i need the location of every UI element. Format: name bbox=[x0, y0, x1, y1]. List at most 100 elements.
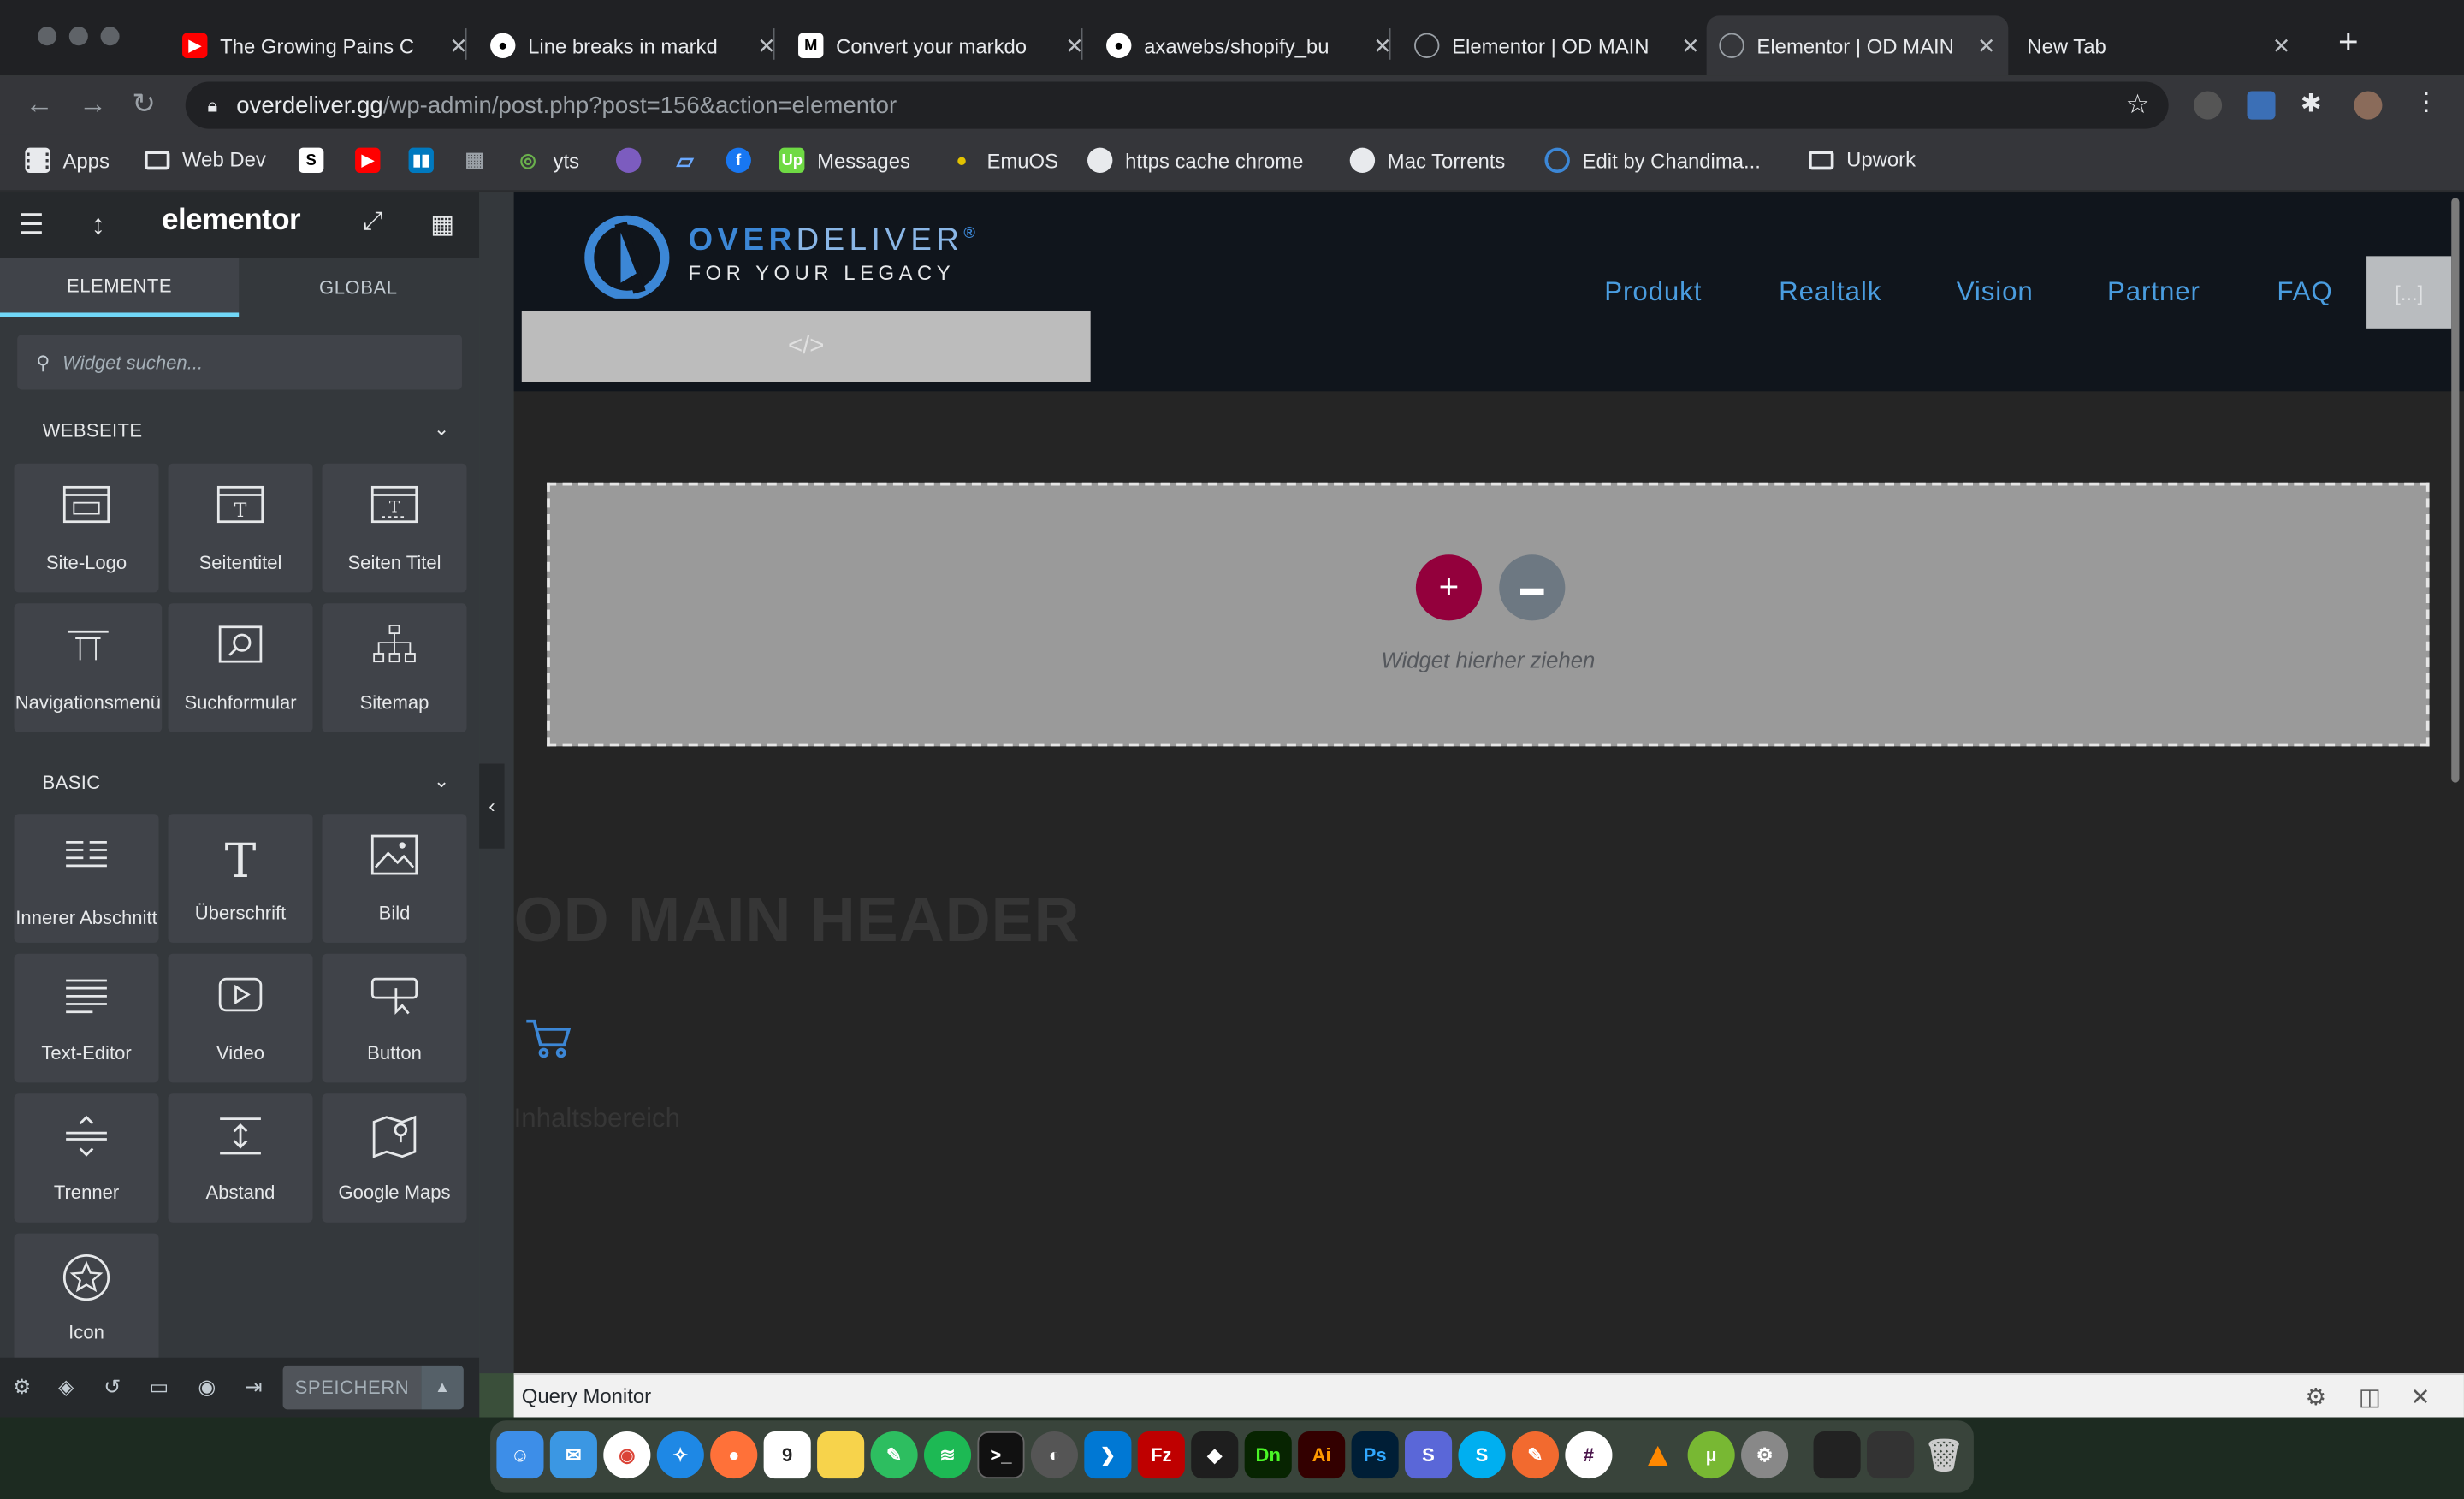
dreamweaver-icon[interactable]: Dn bbox=[1244, 1431, 1292, 1479]
widget-page-title-alt[interactable]: T Seiten Titel bbox=[322, 463, 467, 593]
bookmark-web-dev[interactable]: Web Dev bbox=[144, 148, 266, 171]
bookmark-apps[interactable]: ⋮⋮ Apps bbox=[19, 147, 110, 174]
widget-icon[interactable]: Icon bbox=[14, 1233, 159, 1363]
widget-button[interactable]: Button bbox=[322, 953, 467, 1083]
widget-site-logo[interactable]: Site-Logo bbox=[14, 463, 159, 593]
widget-google-maps[interactable]: Google Maps bbox=[322, 1093, 467, 1223]
widget-divider[interactable]: Trenner bbox=[14, 1093, 159, 1223]
bookmark-edit-chandima[interactable]: Edit by Chandima... bbox=[1544, 147, 1761, 174]
vlc-icon[interactable]: ▲ bbox=[1634, 1431, 1681, 1478]
widget-spacer[interactable]: Abstand bbox=[168, 1093, 313, 1223]
nav-item-produkt[interactable]: Produkt bbox=[1604, 276, 1702, 308]
preview-eye-icon[interactable]: ◉ bbox=[198, 1375, 216, 1400]
template-library-folder-icon[interactable]: ▬ bbox=[1499, 554, 1566, 621]
dock-toggle-icon[interactable]: ◫ bbox=[2359, 1383, 2381, 1411]
nav-extra-placeholder[interactable]: [...] bbox=[2366, 256, 2452, 329]
avatar[interactable] bbox=[2354, 91, 2383, 120]
minimized-window-icon[interactable] bbox=[1866, 1431, 1915, 1479]
bookmark-item[interactable]: ▱ bbox=[672, 147, 710, 173]
mail-icon[interactable]: ✉ bbox=[549, 1431, 597, 1479]
widget-sitemap[interactable]: Sitemap bbox=[322, 603, 467, 732]
widgets-grid-icon[interactable]: ▦ bbox=[430, 209, 454, 240]
bookmark-item[interactable] bbox=[615, 147, 654, 174]
s-app-icon[interactable]: S bbox=[1405, 1431, 1453, 1479]
browser-tab-active[interactable]: Elementor | OD MAIN ✕ bbox=[1706, 15, 2009, 76]
close-window-button[interactable] bbox=[38, 27, 57, 46]
trash-icon[interactable]: 🗑︎ bbox=[1920, 1431, 1967, 1478]
bookmark-item[interactable]: ▦ bbox=[462, 148, 500, 173]
bookmark-mac-torrents[interactable]: Mac Torrents bbox=[1349, 147, 1505, 174]
add-section-button[interactable]: + bbox=[1415, 554, 1483, 621]
finder-icon[interactable]: ☺ bbox=[496, 1431, 544, 1479]
bookmark-emuos[interactable]: ● EmuOS bbox=[949, 148, 1058, 173]
evernote-icon[interactable]: ✎ bbox=[870, 1431, 918, 1479]
calendar-icon[interactable]: 9 bbox=[763, 1431, 811, 1479]
nav-item-partner[interactable]: Partner bbox=[2107, 276, 2200, 308]
new-tab-button[interactable]: + bbox=[2338, 22, 2359, 63]
canvas-scrollbar[interactable] bbox=[2451, 198, 2460, 783]
reload-icon[interactable]: ↻ bbox=[132, 88, 156, 121]
query-monitor-bar[interactable]: Query Monitor ⚙ ◫ ✕ bbox=[513, 1373, 2464, 1418]
firefox-icon[interactable]: ● bbox=[710, 1431, 758, 1479]
browser-tab[interactable]: New Tab ✕ bbox=[2015, 15, 2303, 75]
collapse-panel-chevron-icon[interactable]: ‹ bbox=[479, 763, 505, 849]
minimize-window-button[interactable] bbox=[68, 27, 88, 46]
hamburger-menu-icon[interactable]: ☰ bbox=[19, 209, 44, 242]
puzzle-icon[interactable]: ✱ bbox=[2301, 88, 2329, 118]
terminal-icon[interactable]: >_ bbox=[977, 1431, 1025, 1479]
responsive-desktop-icon[interactable]: ▭ bbox=[149, 1375, 169, 1400]
history-icon[interactable]: ↺ bbox=[104, 1375, 121, 1400]
nav-item-faq[interactable]: FAQ bbox=[2277, 276, 2332, 308]
overdeliver-logo-icon[interactable] bbox=[583, 210, 671, 299]
maximize-window-button[interactable] bbox=[100, 27, 120, 46]
widget-heading[interactable]: T Überschrift bbox=[168, 814, 313, 943]
expand-icon[interactable]: ⤢ bbox=[363, 209, 383, 237]
minimized-window-icon[interactable] bbox=[1813, 1431, 1861, 1479]
close-tab-icon[interactable]: ✕ bbox=[2272, 33, 2291, 59]
widget-search-form[interactable]: Suchformular bbox=[168, 603, 313, 732]
category-title[interactable]: WEBSEITE bbox=[43, 419, 143, 441]
browser-tab[interactable]: M Convert your markdo ✕ bbox=[785, 15, 1096, 75]
widget-nav-menu[interactable]: Navigationsmenü bbox=[14, 603, 163, 732]
menu-kebab-icon[interactable]: ⋮ bbox=[2414, 86, 2442, 116]
save-button[interactable]: SPEICHERN bbox=[282, 1365, 422, 1410]
save-options-chevron-icon[interactable]: ▲ bbox=[421, 1365, 464, 1410]
bookmark-yts[interactable]: ◎ yts bbox=[515, 148, 579, 173]
browser-tab[interactable]: ▶ The Growing Pains C ✕ bbox=[169, 15, 480, 75]
widget-text-editor[interactable]: Text-Editor bbox=[14, 953, 159, 1083]
resize-vertical-icon[interactable]: ↕ bbox=[92, 209, 106, 242]
back-icon[interactable]: ← bbox=[25, 88, 53, 121]
bookmark-item[interactable]: ▮▮ bbox=[408, 147, 447, 174]
widget-image[interactable]: Bild bbox=[322, 814, 467, 943]
utorrent-icon[interactable]: µ bbox=[1687, 1431, 1735, 1479]
exit-icon[interactable]: ⇥ bbox=[246, 1375, 263, 1400]
nav-item-realtalk[interactable]: Realtalk bbox=[1779, 276, 1881, 308]
chevron-down-icon[interactable]: ⌄ bbox=[434, 770, 449, 792]
safari-icon[interactable]: ✧ bbox=[656, 1431, 704, 1479]
forward-icon[interactable]: → bbox=[79, 88, 107, 121]
illustrator-icon[interactable]: Ai bbox=[1298, 1431, 1346, 1479]
settings-gear-icon[interactable]: ⚙ bbox=[2305, 1383, 2326, 1411]
notes-icon[interactable] bbox=[817, 1431, 865, 1479]
bookmark-https-cache[interactable]: https cache chrome bbox=[1087, 147, 1303, 174]
bookmark-item[interactable]: ▶ bbox=[355, 147, 393, 174]
skype-icon[interactable]: S bbox=[1458, 1431, 1506, 1479]
vscode-icon[interactable]: ❯ bbox=[1084, 1431, 1132, 1479]
settings-gear-icon[interactable]: ⚙ bbox=[13, 1375, 31, 1400]
filezilla-icon[interactable]: Fz bbox=[1137, 1431, 1185, 1479]
tab-elements[interactable]: ELEMENTE bbox=[0, 258, 240, 317]
navigator-layers-icon[interactable]: ◈ bbox=[58, 1375, 74, 1400]
page-heading[interactable]: OD MAIN HEADER bbox=[514, 886, 1081, 957]
bookmark-messages[interactable]: Up Messages bbox=[779, 147, 910, 174]
html-widget-placeholder[interactable]: </> bbox=[521, 311, 1091, 382]
bookmark-item[interactable]: f bbox=[726, 147, 764, 174]
figma-icon[interactable]: ◆ bbox=[1191, 1431, 1239, 1479]
widget-video[interactable]: Video bbox=[168, 953, 313, 1083]
address-bar[interactable]: 🔒︎ overdeliver.gg/wp-admin/post.php?post… bbox=[185, 81, 2169, 129]
widget-page-title[interactable]: T Seitentitel bbox=[168, 463, 313, 593]
sketch-icon[interactable]: ✎ bbox=[1511, 1431, 1560, 1479]
chevron-down-icon[interactable]: ⌄ bbox=[434, 418, 449, 441]
nav-item-vision[interactable]: Vision bbox=[1957, 276, 2034, 308]
cart-icon[interactable] bbox=[524, 1016, 574, 1060]
category-title[interactable]: BASIC bbox=[43, 772, 101, 794]
